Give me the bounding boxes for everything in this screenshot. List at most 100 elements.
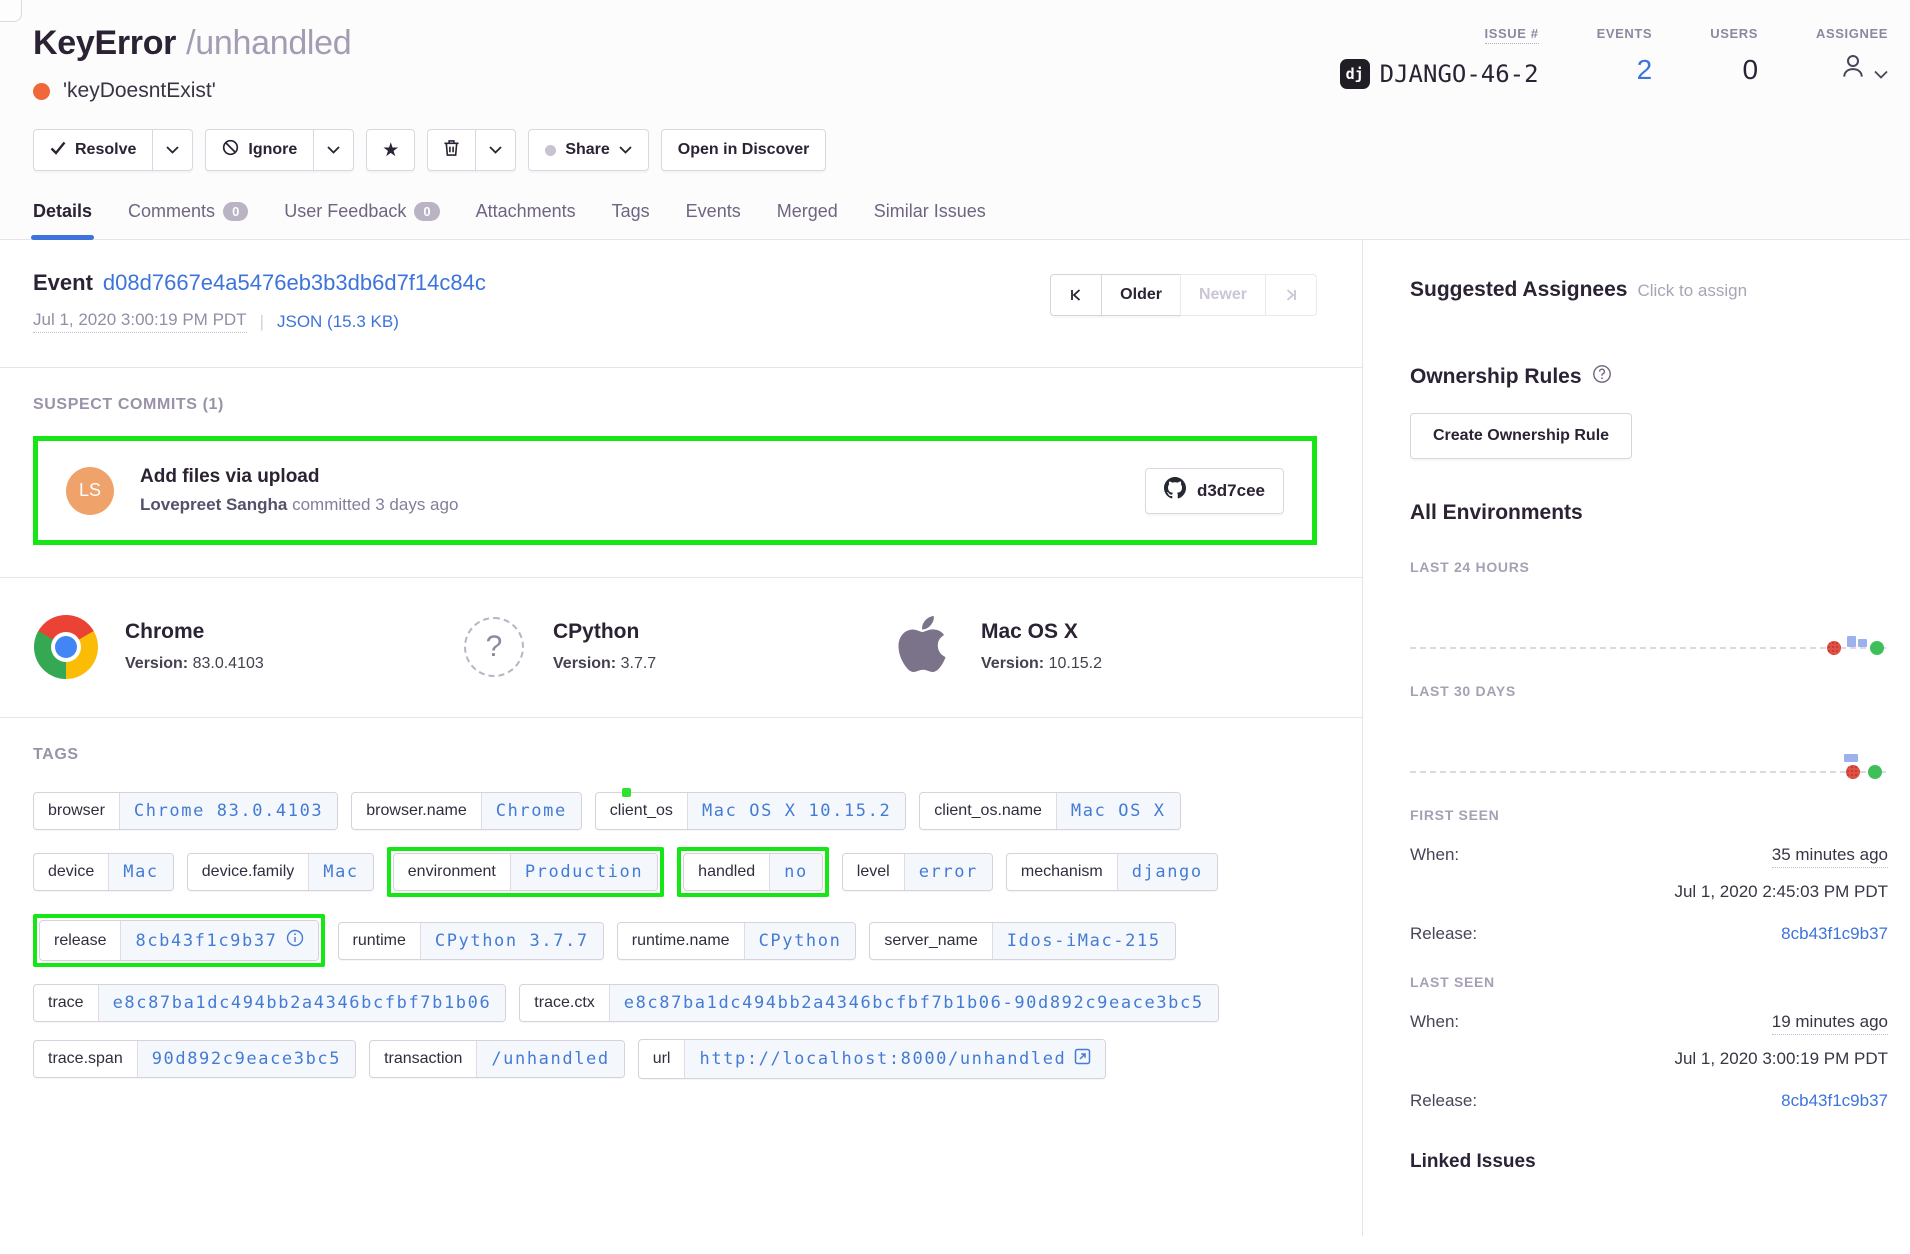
tag-pill-release: release8cb43f1c9b37 bbox=[39, 920, 319, 961]
tag-pill-level: levelerror bbox=[842, 853, 993, 891]
tab-details[interactable]: Details bbox=[33, 201, 92, 239]
issue-message: 'keyDoesntExist' bbox=[63, 79, 216, 103]
commit-author: Lovepreet Sangha bbox=[140, 495, 287, 514]
oldest-event-button[interactable] bbox=[1050, 274, 1102, 316]
release-marker-dot bbox=[1846, 765, 1860, 779]
tag-value-link[interactable]: 8cb43f1c9b37 bbox=[120, 921, 317, 960]
tag-pill-client-os: client_osMac OS X 10.15.2 bbox=[595, 792, 907, 830]
event-bar bbox=[1844, 754, 1858, 762]
info-icon[interactable] bbox=[286, 929, 304, 952]
create-ownership-rule-button[interactable]: Create Ownership Rule bbox=[1410, 413, 1632, 459]
page-title: KeyError/unhandled bbox=[33, 24, 351, 63]
commit-sha-button[interactable]: d3d7cee bbox=[1145, 468, 1284, 514]
last-seen-release-link[interactable]: 8cb43f1c9b37 bbox=[1781, 1091, 1888, 1111]
new-tag-indicator bbox=[622, 788, 631, 797]
last-seen-relative[interactable]: 19 minutes ago bbox=[1772, 1012, 1888, 1035]
issue-header: KeyError/unhandled 'keyDoesntExist' ISSU… bbox=[0, 0, 1910, 240]
tag-value-link[interactable]: error bbox=[904, 854, 992, 890]
event-contexts-section: Chrome Version: 83.0.4103 ? CPython Vers… bbox=[0, 577, 1362, 717]
tab-tags[interactable]: Tags bbox=[612, 201, 650, 239]
delete-dropdown-button[interactable] bbox=[475, 129, 516, 171]
chevron-down-icon bbox=[1874, 54, 1888, 86]
stat-users: USERS 0 bbox=[1710, 26, 1758, 89]
tag-pill-device: deviceMac bbox=[33, 853, 174, 891]
assignee-dropdown[interactable] bbox=[1838, 51, 1888, 88]
bookmark-button[interactable]: ★ bbox=[366, 129, 415, 171]
tag-pill-environment: environmentProduction bbox=[393, 853, 658, 891]
tag-value-link[interactable]: Idos-iMac-215 bbox=[992, 923, 1175, 959]
commit-meta: committed 3 days ago bbox=[287, 495, 458, 514]
events-label: EVENTS bbox=[1597, 26, 1653, 41]
commit-row: LS Add files via upload Lovepreet Sangha… bbox=[38, 441, 1312, 540]
tag-value-link[interactable]: CPython 3.7.7 bbox=[420, 923, 603, 959]
tag-value-link[interactable]: Mac OS X 10.15.2 bbox=[687, 793, 905, 829]
ignore-dropdown-button[interactable] bbox=[313, 129, 354, 171]
comments-count-badge: 0 bbox=[223, 202, 248, 221]
release-label: Release: bbox=[1410, 924, 1477, 944]
ignore-button[interactable]: Ignore bbox=[205, 129, 314, 171]
annotation-highlight-environment: environmentProduction bbox=[387, 847, 664, 897]
tag-value-link[interactable]: http://localhost:8000/unhandled bbox=[684, 1040, 1105, 1078]
corner-ui-fragment bbox=[0, 0, 22, 22]
tab-events[interactable]: Events bbox=[686, 201, 741, 239]
tag-value-link[interactable]: /unhandled bbox=[476, 1041, 623, 1077]
tag-value-link[interactable]: django bbox=[1117, 854, 1217, 890]
tag-value-link[interactable]: Production bbox=[510, 854, 657, 890]
ownership-rules-title: Ownership Rules bbox=[1410, 365, 1582, 389]
tag-value-link[interactable]: Mac OS X bbox=[1056, 793, 1180, 829]
resolve-dropdown-button[interactable] bbox=[152, 129, 193, 171]
tag-value-link[interactable]: Mac bbox=[108, 854, 173, 890]
first-seen-relative[interactable]: 35 minutes ago bbox=[1772, 845, 1888, 868]
click-to-assign-hint[interactable]: Click to assign bbox=[1637, 281, 1747, 300]
unknown-runtime-icon: ? bbox=[464, 617, 524, 677]
latest-marker-dot bbox=[1868, 765, 1882, 779]
github-icon bbox=[1164, 477, 1186, 504]
all-environments-title: All Environments bbox=[1410, 501, 1888, 525]
first-seen-date: Jul 1, 2020 2:45:03 PM PDT bbox=[1410, 882, 1888, 902]
skip-to-latest-button[interactable] bbox=[1265, 274, 1317, 316]
last-24-hours-sparkline[interactable] bbox=[1410, 575, 1886, 649]
delete-button[interactable] bbox=[427, 129, 476, 171]
tab-merged[interactable]: Merged bbox=[777, 201, 838, 239]
tag-value-link[interactable]: 90d892c9eace3bc5 bbox=[137, 1041, 355, 1077]
stat-events: EVENTS 2 bbox=[1597, 26, 1653, 89]
tag-pill-client-os-name: client_os.nameMac OS X bbox=[919, 792, 1180, 830]
issue-number-label[interactable]: ISSUE # bbox=[1485, 26, 1539, 44]
tag-pill-handled: handledno bbox=[683, 853, 823, 891]
tag-value-link[interactable]: e8c87ba1dc494bb2a4346bcfbf7b1b06-90d892c… bbox=[609, 985, 1218, 1021]
tag-value-link[interactable]: CPython bbox=[744, 923, 856, 959]
older-event-button[interactable]: Older bbox=[1101, 274, 1181, 316]
annotation-highlight-handled: handledno bbox=[677, 847, 829, 897]
tab-attachments[interactable]: Attachments bbox=[476, 201, 576, 239]
help-icon[interactable] bbox=[1592, 364, 1612, 389]
users-count[interactable]: 0 bbox=[1742, 54, 1758, 86]
event-id-link[interactable]: d08d7667e4a5476eb3b3db6d7f14c84c bbox=[103, 270, 486, 295]
context-version: 83.0.4103 bbox=[193, 655, 264, 672]
external-link-icon[interactable] bbox=[1074, 1048, 1091, 1070]
events-count[interactable]: 2 bbox=[1637, 54, 1653, 86]
tag-value-link[interactable]: e8c87ba1dc494bb2a4346bcfbf7b1b06 bbox=[98, 985, 506, 1021]
event-json-link[interactable]: JSON (15.3 KB) bbox=[277, 312, 399, 332]
event-bar bbox=[1858, 639, 1867, 647]
context-browser: Chrome Version: 83.0.4103 bbox=[33, 612, 461, 681]
ban-icon bbox=[222, 139, 239, 161]
last-seen-date: Jul 1, 2020 3:00:19 PM PDT bbox=[1410, 1049, 1888, 1069]
tab-user-feedback[interactable]: User Feedback0 bbox=[284, 201, 439, 239]
tab-similar-issues[interactable]: Similar Issues bbox=[874, 201, 986, 239]
tag-value-link[interactable]: Chrome bbox=[481, 793, 581, 829]
event-label: Event bbox=[33, 270, 93, 295]
tab-comments[interactable]: Comments0 bbox=[128, 201, 248, 239]
tag-value-link[interactable]: Mac bbox=[308, 854, 373, 890]
tag-value-link[interactable]: Chrome 83.0.4103 bbox=[119, 793, 337, 829]
event-timestamp[interactable]: Jul 1, 2020 3:00:19 PM PDT bbox=[33, 310, 247, 333]
open-in-discover-button[interactable]: Open in Discover bbox=[661, 129, 827, 171]
chevron-down-icon bbox=[619, 141, 632, 159]
chevron-down-icon bbox=[489, 141, 502, 159]
first-seen-release-link[interactable]: 8cb43f1c9b37 bbox=[1781, 924, 1888, 944]
share-button[interactable]: Share bbox=[528, 129, 648, 171]
newer-event-button[interactable]: Newer bbox=[1180, 274, 1266, 316]
tag-value-link[interactable]: no bbox=[769, 854, 822, 890]
last-30-days-sparkline[interactable] bbox=[1410, 699, 1886, 773]
issue-stats: ISSUE # dj DJANGO-46-2 EVENTS 2 USERS 0 … bbox=[1340, 26, 1888, 89]
resolve-button[interactable]: Resolve bbox=[33, 129, 153, 171]
